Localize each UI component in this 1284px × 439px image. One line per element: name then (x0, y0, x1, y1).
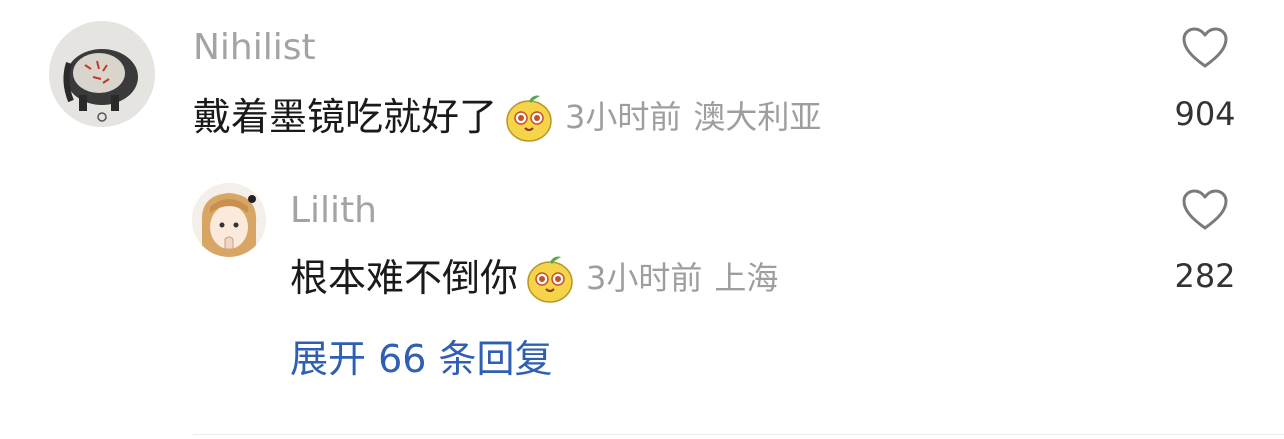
elephant-avatar-image (49, 21, 155, 127)
comment-text: 戴着墨镜吃就好了 (193, 95, 498, 139)
like-count: 904 (1174, 95, 1236, 133)
like-count: 282 (1174, 257, 1236, 295)
pear-face-emoji-icon (503, 91, 555, 143)
reply-text: 根本难不倒你 (290, 256, 519, 300)
avatar[interactable] (192, 183, 266, 257)
heart-outline-icon[interactable] (1181, 26, 1229, 70)
like-button[interactable]: 904 (1155, 26, 1255, 134)
expand-replies-link[interactable]: 展开 66 条回复 (290, 334, 553, 384)
pear-face-emoji-icon (524, 252, 576, 304)
reply-time: 3小时前 (586, 259, 703, 297)
reply-content: 根本难不倒你 3小时前 上海 (290, 250, 778, 306)
girl-avatar-image (192, 183, 266, 257)
divider (193, 434, 1284, 435)
like-button[interactable]: 282 (1155, 188, 1255, 296)
reply-location: 上海 (714, 259, 779, 297)
comment-username[interactable]: Nihilist (193, 26, 316, 70)
reply-meta: 3小时前 上海 (586, 250, 778, 306)
comment-content: 戴着墨镜吃就好了 3小时前 澳大利亚 (193, 89, 821, 145)
comment-location: 澳大利亚 (693, 98, 822, 136)
heart-outline-icon[interactable] (1181, 188, 1229, 232)
reply-username[interactable]: Lilith (290, 189, 377, 233)
avatar[interactable] (49, 21, 155, 127)
comment-time: 3小时前 (565, 98, 682, 136)
comment-meta: 3小时前 澳大利亚 (565, 89, 821, 145)
